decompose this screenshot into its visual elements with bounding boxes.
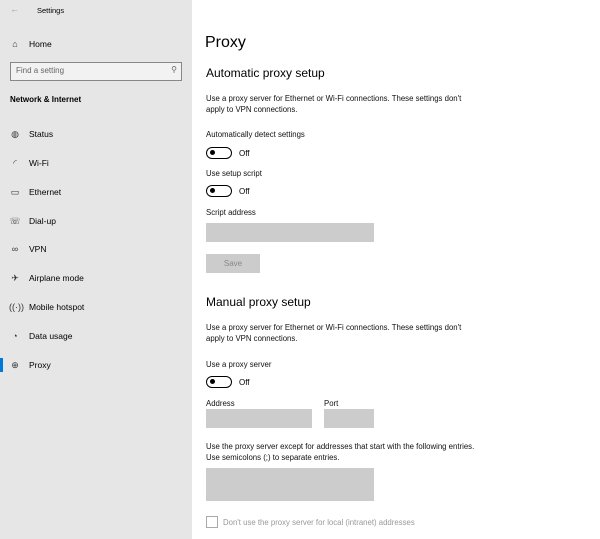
sidebar-item-vpn[interactable]: ∞ VPN [0, 238, 192, 260]
script-toggle[interactable] [206, 185, 232, 197]
nav-label: Mobile hotspot [29, 302, 85, 312]
nav-label: Airplane mode [29, 273, 84, 283]
exceptions-desc: Use the proxy server except for addresse… [206, 442, 475, 462]
address-input[interactable] [206, 409, 312, 428]
detect-state: Off [239, 149, 250, 158]
nav-label: Ethernet [29, 187, 62, 197]
auto-heading: Automatic proxy setup [206, 66, 325, 80]
search-input[interactable]: Find a setting ⚲ [10, 62, 182, 81]
dialup-icon: ☏ [9, 215, 21, 226]
vpn-icon: ∞ [11, 244, 19, 254]
auto-desc: Use a proxy server for Ethernet or Wi-Fi… [206, 94, 462, 114]
sidebar-item-hotspot[interactable]: ((·)) Mobile hotspot [0, 296, 192, 318]
nav-label: Status [29, 129, 54, 139]
port-label: Port [324, 399, 339, 408]
nav-label: Proxy [29, 360, 51, 370]
section-heading: Network & Internet [10, 95, 82, 104]
local-label: Don't use the proxy server for local (in… [223, 518, 415, 527]
globe-status-icon: ◍ [11, 128, 19, 139]
back-arrow-icon[interactable]: ← [10, 4, 19, 14]
manual-desc: Use a proxy server for Ethernet or Wi-Fi… [206, 323, 462, 343]
globe-icon: ⊕ [11, 359, 19, 370]
home-label: Home [29, 39, 52, 49]
sidebar-item-airplane[interactable]: ✈ Airplane mode [0, 267, 192, 289]
sidebar-item-proxy[interactable]: ⊕ Proxy [0, 354, 192, 376]
exceptions-input[interactable] [206, 468, 374, 501]
script-state: Off [239, 187, 250, 196]
sidebar-item-home[interactable]: ⌂ Home [0, 33, 192, 55]
window-title: Settings [37, 6, 65, 15]
sidebar-item-ethernet[interactable]: ▭ Ethernet [0, 181, 192, 203]
detect-toggle[interactable] [206, 147, 232, 159]
use-proxy-toggle[interactable] [206, 376, 232, 388]
nav-label: Wi-Fi [29, 158, 49, 168]
sidebar-item-data-usage[interactable]: ◔ Data usage [0, 325, 192, 347]
airplane-icon: ✈ [11, 272, 19, 283]
sidebar-item-wifi[interactable]: ◜ Wi-Fi [0, 152, 192, 174]
sidebar-item-dialup[interactable]: ☏ Dial-up [0, 210, 192, 232]
search-icon: ⚲ [171, 65, 177, 74]
use-proxy-label: Use a proxy server [206, 360, 272, 369]
nav-label: Data usage [29, 331, 73, 341]
save-button[interactable]: Save [206, 254, 260, 273]
manual-heading: Manual proxy setup [206, 295, 311, 309]
use-proxy-state: Off [239, 378, 250, 387]
nav-label: Dial-up [29, 216, 56, 226]
detect-label: Automatically detect settings [206, 130, 305, 139]
search-placeholder: Find a setting [16, 66, 65, 75]
nav-label: VPN [29, 244, 47, 254]
port-input[interactable] [324, 409, 374, 428]
hotspot-icon: ((·)) [9, 302, 24, 312]
script-address-input[interactable] [206, 223, 374, 242]
sidebar-item-status[interactable]: ◍ Status [0, 123, 192, 145]
page-title: Proxy [205, 34, 246, 51]
local-checkbox[interactable] [206, 516, 218, 528]
script-address-label: Script address [206, 208, 256, 217]
script-label: Use setup script [206, 169, 262, 178]
main-content: Proxy Automatic proxy setup Use a proxy … [192, 0, 600, 539]
wifi-icon: ◜ [13, 157, 17, 168]
sidebar: ← Settings ⌂ Home Find a setting ⚲ Networ… [0, 0, 192, 539]
home-icon: ⌂ [12, 39, 18, 49]
ethernet-icon: ▭ [10, 186, 20, 197]
selection-indicator [0, 358, 3, 372]
data-usage-icon: ◔ [12, 331, 18, 341]
